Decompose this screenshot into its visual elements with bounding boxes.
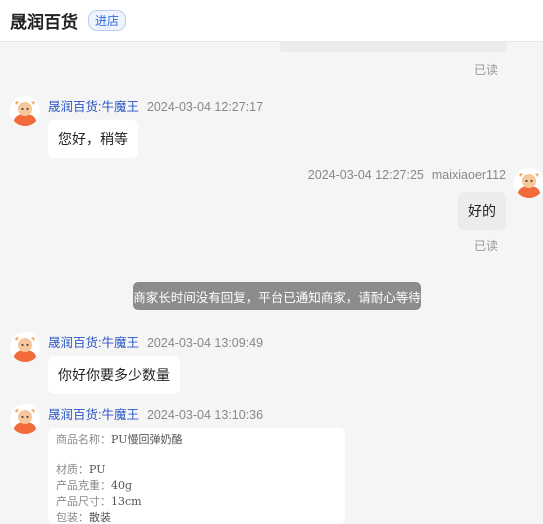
product-weight-value: 40g (111, 479, 133, 492)
message-bubble[interactable]: 好的 (458, 192, 506, 230)
bull-avatar-icon (10, 96, 40, 126)
sender-name: maixiaoer112 (431, 168, 506, 182)
product-material-label: 材质： (56, 463, 89, 476)
user-avatar[interactable] (514, 168, 543, 198)
product-material-value: PU (89, 463, 106, 476)
message-time: 2024-03-04 12:27:25 (307, 168, 424, 182)
product-material-row: 材质：PU (56, 462, 337, 478)
product-pack-row: 包装：散装 (56, 510, 337, 524)
chat-area[interactable]: 已读 晟润百货:牛魔王 2024-03-04 12:27:17 您好，稍等 202… (0, 42, 543, 524)
message-bubble[interactable]: 您好，稍等 (48, 120, 138, 158)
merchant-avatar[interactable] (10, 404, 40, 434)
shop-name: 晟润百货 (10, 13, 78, 32)
product-name-label: 商品名称： (56, 433, 111, 446)
read-receipt: 已读 (474, 239, 499, 253)
bull-avatar-icon (10, 404, 40, 434)
product-weight-label: 产品克重： (56, 479, 111, 492)
sender-name: 晟润百货:牛魔王 (48, 100, 139, 114)
message-meta: 晟润百货:牛魔王 2024-03-04 13:09:49 (48, 332, 263, 351)
bull-avatar-icon (10, 332, 40, 362)
merchant-avatar[interactable] (10, 332, 40, 362)
message-time: 2024-03-04 13:09:49 (146, 336, 264, 350)
product-size-value: 13cm (111, 495, 142, 508)
product-size-row: 产品尺寸：13cm (56, 494, 337, 510)
message-time: 2024-03-04 13:10:36 (146, 408, 264, 422)
previous-message-bubble (280, 42, 506, 52)
product-name-value: PU慢回弹奶酪 (111, 433, 183, 446)
read-receipt: 已读 (474, 63, 499, 77)
system-notice: 商家长时间没有回复，平台已通知商家，请耐心等待 (133, 282, 421, 310)
enter-shop-button[interactable]: 进店 (88, 10, 127, 31)
product-info-card[interactable]: 商品名称：PU慢回弹奶酪 材质：PU 产品克重：40g 产品尺寸：13cm 包装… (48, 428, 345, 524)
product-pack-value: 散装 (89, 511, 111, 524)
message-meta: 晟润百货:牛魔王 2024-03-04 12:27:17 (48, 96, 263, 115)
product-size-label: 产品尺寸： (56, 495, 111, 508)
message-meta: 晟润百货:牛魔王 2024-03-04 13:10:36 (48, 404, 263, 423)
sender-name: 晟润百货:牛魔王 (48, 336, 139, 350)
message-time: 2024-03-04 12:27:17 (146, 100, 264, 114)
message-bubble[interactable]: 你好你要多少数量 (48, 356, 180, 394)
sender-name: 晟润百货:牛魔王 (48, 408, 139, 422)
product-weight-row: 产品克重：40g (56, 478, 337, 494)
merchant-avatar[interactable] (10, 96, 40, 126)
chat-header: 晟润百货 进店 (0, 0, 543, 42)
message-meta: 2024-03-04 12:27:25 maixiaoer112 (308, 168, 506, 182)
product-name-row: 商品名称：PU慢回弹奶酪 (56, 432, 337, 448)
product-pack-label: 包装： (56, 511, 89, 524)
bull-avatar-icon (514, 168, 543, 198)
